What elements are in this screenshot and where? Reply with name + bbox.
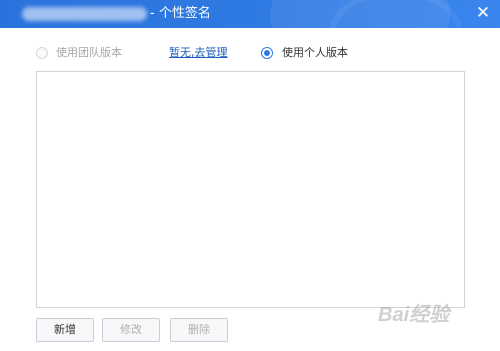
watermark-text: Bai经验 [378, 304, 450, 326]
title-bar: - 个性签名 ✕ [0, 0, 500, 28]
close-icon[interactable]: ✕ [472, 2, 494, 24]
personal-version-radio[interactable] [261, 47, 273, 59]
window-title: - 个性签名 [150, 6, 211, 21]
delete-button: 删除 [170, 318, 228, 342]
title-bar-decoration [330, 0, 462, 28]
personal-version-label[interactable]: 使用个人版本 [282, 44, 348, 62]
signature-list[interactable] [36, 71, 465, 308]
edit-button: 修改 [102, 318, 160, 342]
manage-link[interactable]: 暂无,去管理 [169, 44, 228, 62]
blurred-account-name [22, 7, 147, 21]
add-button[interactable]: 新增 [36, 318, 94, 342]
team-version-label: 使用团队版本 [56, 46, 122, 59]
watermark: Bai经验 [378, 298, 449, 327]
team-version-radio [36, 47, 48, 59]
